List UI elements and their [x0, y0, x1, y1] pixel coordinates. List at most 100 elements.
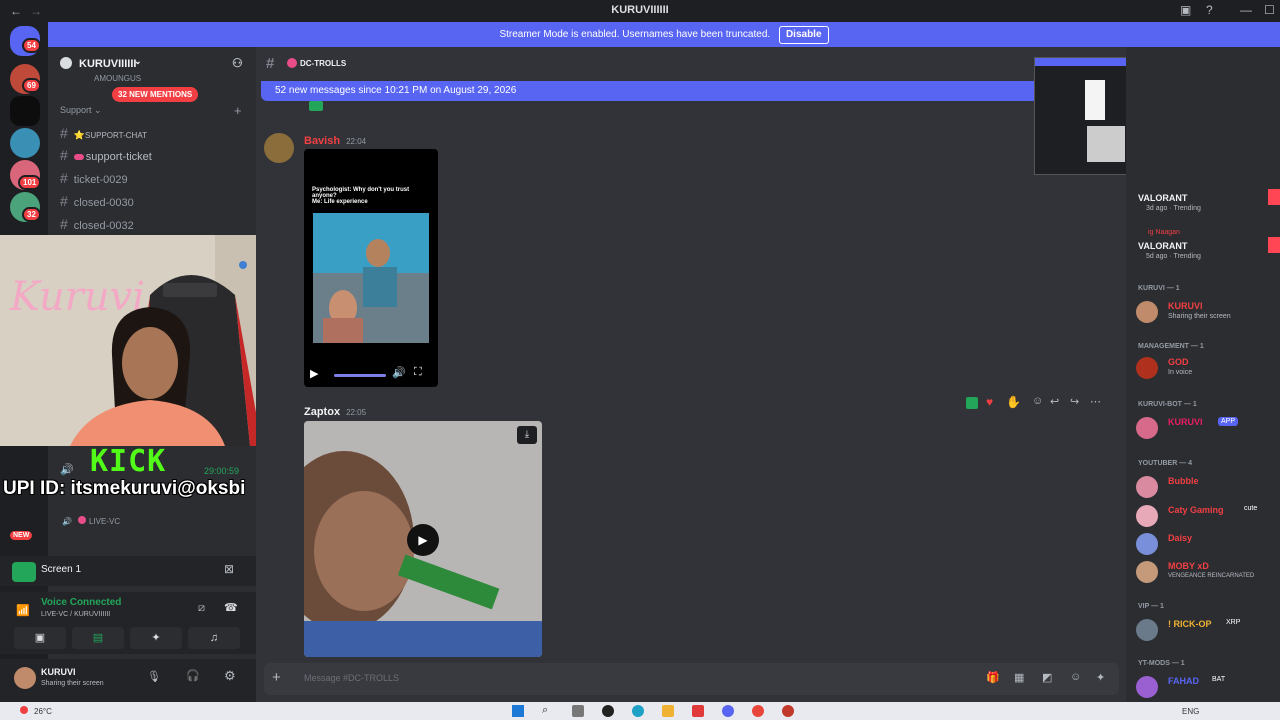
member-row[interactable]: KURUVI Sharing their screen [1136, 299, 1276, 325]
channel-item[interactable]: AMOUNGUS [58, 74, 141, 83]
apps-icon[interactable]: ✦ [1096, 671, 1105, 684]
reaction-heart-icon[interactable]: ♥ [986, 395, 993, 409]
avatar [1136, 357, 1158, 379]
hash-icon: # [60, 170, 68, 186]
valorant-icon [1268, 189, 1280, 205]
more-icon[interactable]: ⋯ [1090, 395, 1101, 408]
volume-slider[interactable] [334, 374, 386, 377]
microphone-icon[interactable]: 🎙 [147, 670, 161, 683]
maximize-icon[interactable]: ☐ [1264, 3, 1275, 17]
channel-name: DC-TROLLS [300, 59, 347, 68]
gift-icon[interactable]: 🎁 [986, 671, 1000, 684]
inbox-icon[interactable]: ▣ [1180, 3, 1191, 17]
voice-channel-live-vc[interactable]: 🔊 LIVE-VC [62, 516, 120, 526]
chrome-icon[interactable] [752, 705, 764, 717]
steam-icon[interactable] [602, 705, 614, 717]
screen-share-panel: Screen 1 ⊠ [0, 556, 256, 586]
video-embed[interactable]: Psychologist: Why don't you trust anyone… [304, 149, 438, 387]
server-icon[interactable] [10, 96, 40, 126]
activity-user: ig Naagan [1148, 229, 1180, 236]
weather-text[interactable]: 26°C [34, 707, 52, 716]
avatar[interactable] [14, 667, 36, 689]
screen-share-button[interactable]: ▤ [72, 627, 124, 649]
search-icon[interactable]: ⌕ [542, 704, 548, 717]
member-row[interactable]: FAHAD BAT [1136, 674, 1276, 700]
member-row[interactable]: KURUVI APP [1136, 415, 1276, 441]
headphones-icon[interactable]: 🎧 [186, 669, 200, 682]
add-channel-icon[interactable]: + [234, 103, 242, 118]
category-label: Support [60, 105, 92, 115]
channel-ticket-0029[interactable]: # ticket-0029 [60, 170, 128, 186]
channel-closed-0032[interactable]: # closed-0032 [60, 216, 134, 232]
app-tag: APP [1218, 417, 1239, 426]
stream-timer: 29:00:59 [204, 466, 240, 476]
help-icon[interactable]: ? [1206, 3, 1213, 17]
settings-gear-icon[interactable]: ⚙ [224, 668, 236, 684]
language-indicator[interactable]: ENG [1182, 707, 1199, 716]
avatar [1136, 505, 1158, 527]
download-icon[interactable]: ⤓ [517, 426, 537, 444]
channel-closed-0030[interactable]: # closed-0030 [60, 193, 134, 209]
stop-stream-icon[interactable]: ⊠ [224, 562, 234, 576]
folder-icon[interactable] [662, 705, 674, 717]
activity-card[interactable]: ig Naagan VALORANT 5d ago · Trending [1136, 227, 1280, 263]
attach-plus-icon[interactable]: + [272, 669, 281, 686]
reaction-check-icon[interactable] [966, 397, 978, 409]
noise-suppression-icon[interactable]: ⧄ [198, 602, 205, 615]
add-reaction-icon[interactable]: ☺ [1032, 395, 1043, 407]
member-list: VALORANT 3d ago · Trending ig Naagan VAL… [1126, 47, 1280, 702]
channel-name: closed-0032 [73, 220, 134, 232]
start-menu-icon[interactable] [512, 705, 524, 717]
play-icon[interactable]: ▶ [310, 367, 318, 380]
minimize-icon[interactable]: — [1240, 3, 1252, 17]
message-author[interactable]: Zaptox 22:05 [304, 406, 366, 418]
meme-image [313, 213, 429, 343]
channel-header: # DC-TROLLS [256, 47, 1126, 81]
disable-button[interactable]: Disable [778, 26, 829, 44]
member-row[interactable]: GOD In voice [1136, 355, 1276, 381]
invite-icon[interactable]: ⚇ [232, 56, 243, 70]
fullscreen-icon[interactable]: ⛶ [414, 366, 422, 379]
discord-icon[interactable] [722, 705, 734, 717]
reply-icon[interactable]: ↩ [1050, 395, 1059, 408]
server-name: KURUVIIIIII [79, 58, 137, 70]
sticker-icon[interactable]: ◩ [1042, 671, 1052, 684]
channel-name: closed-0030 [73, 197, 134, 209]
soundboard-button[interactable]: ♫ [188, 627, 240, 649]
forward-icon[interactable]: ↪ [1070, 395, 1079, 408]
activity-card[interactable]: VALORANT 3d ago · Trending [1136, 175, 1280, 212]
emoji-icon[interactable]: ☺ [1070, 671, 1081, 683]
reaction-wave-icon[interactable]: ✋ [1006, 395, 1021, 409]
voice-location[interactable]: LIVE-VC / KURUVIIIIII [41, 611, 110, 618]
obs-icon[interactable] [782, 705, 794, 717]
member-row[interactable]: Daisy [1136, 531, 1276, 557]
app-icon[interactable] [692, 705, 704, 717]
video-embed[interactable]: ⤓ ▶ [304, 421, 542, 657]
reaction-check-icon[interactable] [309, 101, 323, 111]
new-mentions-pill[interactable]: 32 NEW MENTIONS [112, 87, 199, 102]
new-messages-bar[interactable]: 52 new messages since 10:21 PM on August… [261, 81, 1046, 101]
volume-icon[interactable]: 🔊 [392, 366, 406, 379]
gif-icon[interactable]: ▦ [1014, 671, 1024, 684]
member-row[interactable]: MOBY xD VENGEANCE REINCARNATED [1136, 559, 1276, 585]
avatar[interactable] [264, 133, 294, 163]
message-input[interactable]: + Message #DC-TROLLS 🎁 ▦ ◩ ☺ ✦ [264, 663, 1119, 695]
message-author[interactable]: Bavish 22:04 [304, 135, 366, 147]
message-actions: ♥ ✋ ☺ ↩ ↪ ⋯ [962, 395, 1110, 413]
activities-button[interactable]: ✦ [130, 627, 182, 649]
task-view-icon[interactable] [572, 705, 584, 717]
server-icon[interactable] [10, 128, 40, 158]
disconnect-icon[interactable]: ☎ [224, 601, 238, 614]
kick-logo: KICK [90, 444, 167, 479]
member-row[interactable]: Bubble [1136, 474, 1276, 500]
camera-button[interactable]: ▣ [14, 627, 66, 649]
server-badge: 101 [18, 175, 42, 190]
member-name: Daisy [1168, 533, 1193, 543]
category-support[interactable]: Support ⌄ [60, 105, 102, 116]
member-row[interactable]: Caty Gaming cute [1136, 503, 1276, 529]
member-row[interactable]: ! RICK-OP XRP [1136, 617, 1276, 643]
play-icon[interactable]: ▶ [407, 524, 439, 556]
edge-icon[interactable] [632, 705, 644, 717]
channel-support-ticket[interactable]: # support-ticket [60, 147, 152, 163]
channel-support-chat[interactable]: # ⭐SUPPORT-CHAT [60, 125, 147, 141]
